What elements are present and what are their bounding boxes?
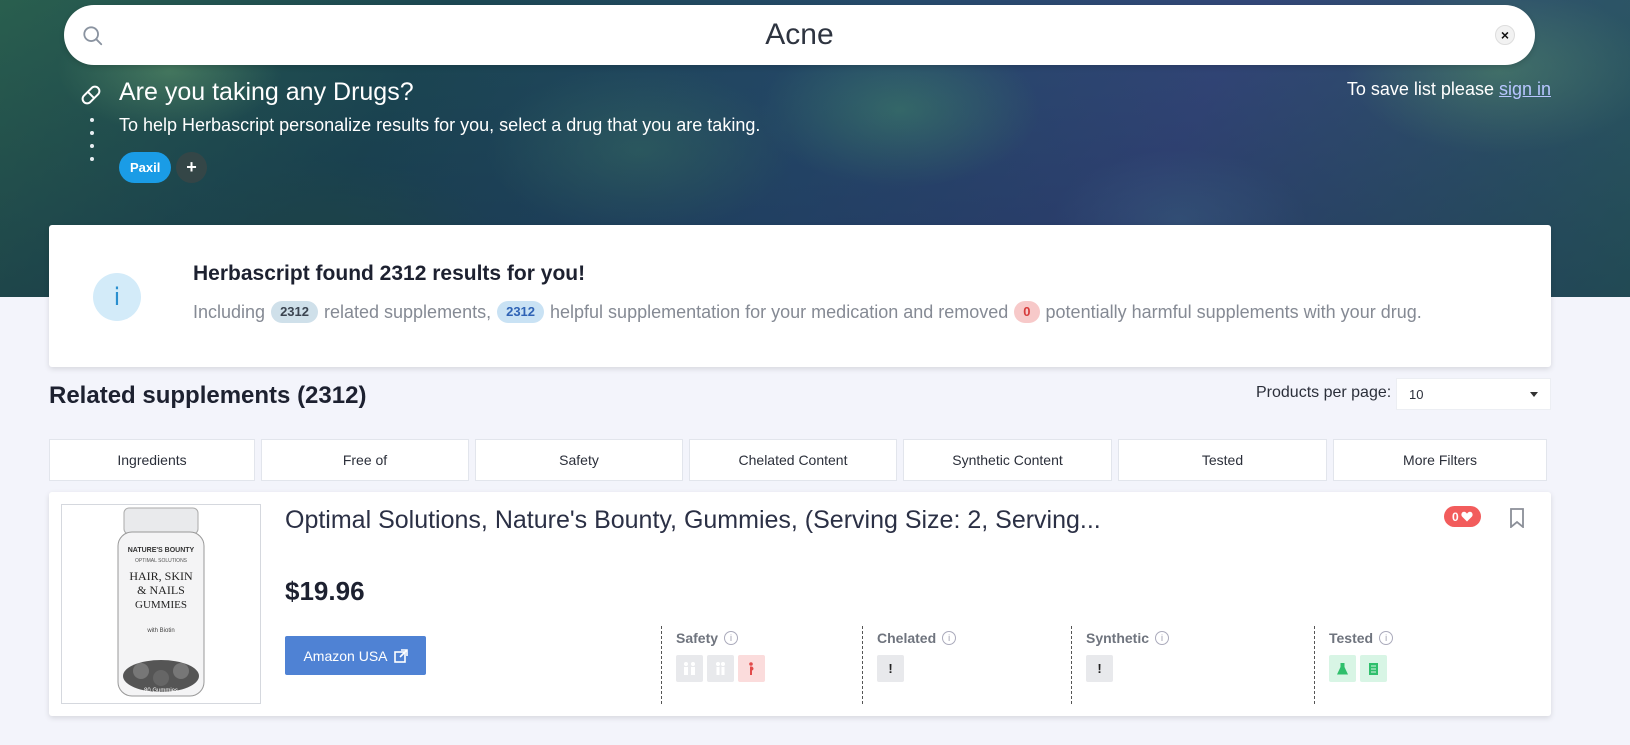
summary-text-3: helpful supplementation for your medicat… (550, 301, 1009, 322)
synthetic-info-icon[interactable]: i (1155, 631, 1170, 645)
bookmark-icon[interactable] (1509, 508, 1525, 528)
couple-icon (707, 655, 734, 682)
filter-more[interactable]: More Filters (1333, 439, 1547, 481)
pill-icon (81, 85, 101, 105)
product-card: NATURE'S BOUNTY OPTIMAL SOLUTIONS HAIR, … (49, 492, 1551, 716)
product-image[interactable]: NATURE'S BOUNTY OPTIMAL SOLUTIONS HAIR, … (61, 504, 261, 704)
like-count: 0 (1452, 509, 1459, 524)
chevron-down-icon (1530, 391, 1538, 397)
chelated-label: Chelated (877, 630, 937, 646)
drug-prompt-subtitle: To help Herbascript personalize results … (119, 115, 761, 135)
bottle-brand-text: NATURE'S BOUNTY (128, 547, 195, 554)
external-link-icon (393, 648, 408, 663)
clear-search-icon[interactable]: × (1495, 25, 1515, 45)
family-icon (676, 655, 703, 682)
per-page-value: 10 (1409, 386, 1424, 402)
filter-bar: Ingredients Free of Safety Chelated Cont… (49, 439, 1547, 481)
synthetic-label: Synthetic (1086, 630, 1150, 646)
save-note-text: To save list please (1346, 79, 1499, 99)
safety-label: Safety (676, 630, 719, 646)
pregnancy-icon (738, 655, 765, 682)
filter-ingredients[interactable]: Ingredients (49, 439, 255, 481)
like-count-badge[interactable]: 0 (1444, 506, 1481, 527)
sign-in-link[interactable]: sign in (1499, 79, 1551, 99)
attribute-safety: Safety i (661, 626, 866, 704)
per-page-label: Products per page: (1256, 384, 1392, 401)
product-bottle-image: NATURE'S BOUNTY OPTIMAL SOLUTIONS HAIR, … (117, 507, 205, 697)
bottle-name-2: & NAILS (137, 583, 185, 597)
product-price: $19.96 (285, 576, 365, 606)
info-icon: i (93, 273, 141, 321)
search-input[interactable] (124, 13, 1475, 57)
search-icon[interactable] (82, 25, 104, 47)
search-bar: × (64, 5, 1535, 65)
heart-icon (1461, 511, 1473, 522)
document-icon (1360, 655, 1387, 682)
drug-chip-paxil[interactable]: Paxil (119, 152, 172, 183)
filter-chelated-content[interactable]: Chelated Content (689, 439, 897, 481)
tested-label: Tested (1329, 630, 1374, 646)
safety-info-icon[interactable]: i (724, 631, 739, 645)
attribute-synthetic: Synthetic i ! (1071, 626, 1276, 704)
related-count-badge: 2312 (271, 301, 318, 323)
tested-info-icon[interactable]: i (1379, 631, 1394, 645)
product-title[interactable]: Optimal Solutions, Nature's Bounty, Gumm… (285, 506, 1101, 535)
results-info-card: i Herbascript found 2312 results for you… (49, 225, 1551, 367)
timeline-dots (90, 118, 94, 170)
filter-free-of[interactable]: Free of (261, 439, 469, 481)
summary-text-4: potentially harmful supplements with you… (1045, 301, 1422, 322)
helpful-count-badge: 2312 (497, 301, 545, 323)
chelated-info-icon[interactable]: i (942, 631, 957, 645)
add-drug-button[interactable]: + (176, 152, 207, 183)
attribute-tested: Tested i (1314, 626, 1514, 704)
summary-text-2: related supplements, (323, 301, 492, 322)
bottle-count-text: 80 Gummies (144, 688, 178, 694)
results-title: Herbascript found 2312 results for you! (193, 262, 586, 285)
save-list-note: To save list please sign in (1347, 79, 1551, 100)
results-summary: Including 2312 related supplements, 2312… (193, 301, 1422, 323)
summary-text-1: Including (193, 301, 266, 322)
attribute-chelated: Chelated i ! (862, 626, 1067, 704)
drug-prompt-title: Are you taking any Drugs? (119, 78, 414, 106)
warning-icon: ! (877, 655, 904, 682)
bottle-name-3: GUMMIES (135, 599, 187, 611)
filter-safety[interactable]: Safety (475, 439, 683, 481)
per-page-select[interactable]: 10 (1396, 378, 1551, 410)
amazon-button-label: Amazon USA (303, 647, 388, 664)
bottle-name-1: HAIR, SKIN (129, 569, 193, 583)
filter-synthetic-content[interactable]: Synthetic Content (903, 439, 1112, 481)
bottle-line-text: OPTIMAL SOLUTIONS (135, 558, 188, 564)
bottle-with-text: with Biotin (146, 628, 174, 634)
related-supplements-title: Related supplements (2312) (49, 382, 367, 409)
filter-tested[interactable]: Tested (1118, 439, 1327, 481)
warning-icon: ! (1086, 655, 1113, 682)
flask-icon (1329, 655, 1356, 682)
amazon-usa-button[interactable]: Amazon USA (285, 636, 426, 675)
removed-count-badge: 0 (1014, 301, 1040, 323)
